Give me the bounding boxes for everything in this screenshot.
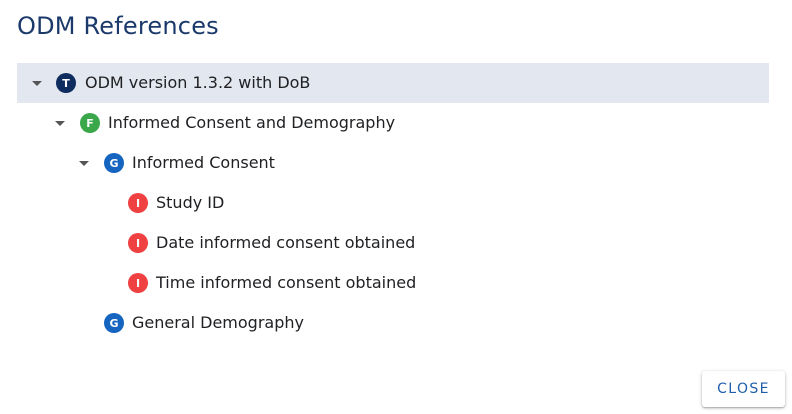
tree-node-item[interactable]: I Date informed consent obtained <box>17 223 769 263</box>
type-badge-icon: G <box>104 313 124 333</box>
tree-node-group[interactable]: G General Demography <box>17 303 769 343</box>
tree-node-odm-version[interactable]: T ODM version 1.3.2 with DoB <box>17 63 769 103</box>
caret-down-icon[interactable] <box>32 81 42 86</box>
tree-node-label: Time informed consent obtained <box>156 273 417 292</box>
tree-node-group[interactable]: G Informed Consent <box>17 143 769 183</box>
tree-node-label: Informed Consent and Demography <box>108 113 396 132</box>
type-badge-icon: I <box>128 233 148 253</box>
tree-node-label: General Demography <box>132 313 304 332</box>
tree-node-item[interactable]: I Time informed consent obtained <box>17 263 769 303</box>
dialog-title: ODM References <box>17 12 219 40</box>
tree-node-label: Informed Consent <box>132 153 275 172</box>
tree-node-label: Study ID <box>156 193 225 212</box>
tree-node-label: ODM version 1.3.2 with DoB <box>85 73 311 92</box>
tree-node-label: Date informed consent obtained <box>156 233 416 252</box>
close-button[interactable]: CLOSE <box>702 371 785 407</box>
caret-down-icon[interactable] <box>79 161 89 166</box>
type-badge-icon: F <box>80 113 100 133</box>
tree-node-item[interactable]: I Study ID <box>17 183 769 223</box>
tree-node-form[interactable]: F Informed Consent and Demography <box>17 103 769 143</box>
type-badge-icon: T <box>56 73 76 93</box>
type-badge-icon: I <box>128 273 148 293</box>
type-badge-icon: I <box>128 193 148 213</box>
odm-reference-tree: T ODM version 1.3.2 with DoB F Informed … <box>17 63 769 343</box>
caret-down-icon[interactable] <box>55 121 65 126</box>
type-badge-icon: G <box>104 153 124 173</box>
